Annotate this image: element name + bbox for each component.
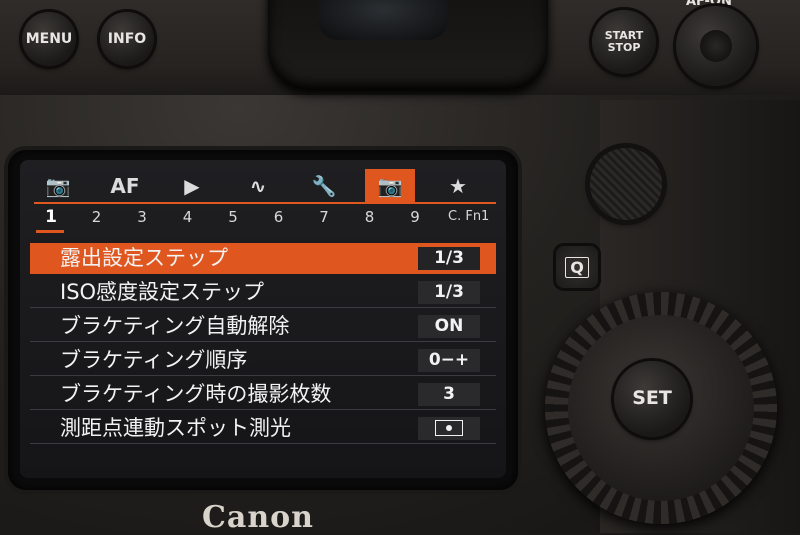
menu-item-label: ブラケティング自動解除: [60, 314, 290, 338]
start-stop-button[interactable]: START STOP: [592, 10, 656, 74]
menu-item[interactable]: ブラケティング順序 0−+: [30, 345, 496, 376]
menu-button[interactable]: MENU: [22, 12, 76, 66]
page-2[interactable]: 2: [82, 205, 112, 229]
menu-item-label: 露出設定ステップ: [60, 246, 228, 270]
page-1[interactable]: 1: [36, 205, 66, 229]
menu-item-value: 1/3: [418, 281, 480, 304]
active-page-underline: [36, 230, 64, 233]
menu-item-divider: [30, 341, 496, 342]
menu-item-label: ブラケティング順序: [60, 348, 248, 372]
tab-camera-icon[interactable]: 📷: [33, 169, 83, 203]
af-on-button-center[interactable]: [700, 30, 732, 62]
menu-item-label: ブラケティング時の撮影枚数: [60, 382, 332, 406]
tab-af-label[interactable]: AF: [100, 169, 150, 203]
menu-tab-bar: 📷 AF ▶ ∿ 🔧 📷 ★: [30, 169, 500, 203]
canon-logo: Canon: [202, 500, 314, 535]
menu-item[interactable]: ISO感度設定ステップ 1/3: [30, 277, 496, 308]
tab-wireless-icon[interactable]: ∿: [233, 169, 283, 203]
page-7[interactable]: 7: [309, 205, 339, 229]
q-button[interactable]: Q: [556, 246, 598, 288]
menu-item-value: [418, 417, 480, 440]
tab-star-icon[interactable]: ★: [433, 169, 483, 203]
page-3[interactable]: 3: [127, 205, 157, 229]
page-6[interactable]: 6: [264, 205, 294, 229]
menu-item[interactable]: ブラケティング自動解除 ON: [30, 311, 496, 342]
menu-item-label: 測距点連動スポット測光: [60, 416, 291, 440]
tab-underline: [34, 202, 496, 204]
menu-item-value: ON: [418, 315, 480, 338]
menu-item[interactable]: 露出設定ステップ 1/3: [30, 243, 496, 274]
custom-function-page-label: C. Fn1: [448, 209, 490, 224]
stop-label: STOP: [607, 41, 641, 54]
menu-item-label: ISO感度設定ステップ: [60, 280, 265, 304]
page-4[interactable]: 4: [173, 205, 203, 229]
menu-item-value: 1/3: [418, 247, 480, 270]
page-selector: 1 2 3 4 5 6 7 8 9 C. Fn1: [30, 205, 500, 231]
multi-controller[interactable]: [590, 148, 662, 220]
menu-item-divider: [30, 375, 496, 376]
menu-item-divider: [30, 409, 496, 410]
menu-item-value: 0−+: [418, 349, 480, 372]
menu-item-divider: [30, 443, 496, 444]
menu-item[interactable]: ブラケティング時の撮影枚数 3: [30, 379, 496, 410]
tab-playback-icon[interactable]: ▶: [167, 169, 217, 203]
q-label: Q: [565, 256, 589, 278]
tab-wrench-icon[interactable]: 🔧: [299, 169, 349, 203]
info-button[interactable]: INFO: [100, 12, 154, 66]
page-8[interactable]: 8: [355, 205, 385, 229]
viewfinder-glass: [318, 0, 448, 40]
lcd-screen: 📷 AF ▶ ∿ 🔧 📷 ★ 1 2 3 4 5 6 7 8 9 C. Fn1 露出設定ステップ 1/3 ISO感…: [20, 160, 506, 478]
tab-custom-functions-icon[interactable]: 📷: [365, 169, 415, 203]
menu-item-divider: [30, 307, 496, 308]
menu-item[interactable]: 測距点連動スポット測光: [30, 413, 496, 444]
page-9[interactable]: 9: [400, 205, 430, 229]
page-5[interactable]: 5: [218, 205, 248, 229]
menu-item-value: 3: [418, 383, 480, 406]
set-button[interactable]: SET: [614, 361, 690, 437]
spot-metering-icon: [435, 420, 463, 436]
